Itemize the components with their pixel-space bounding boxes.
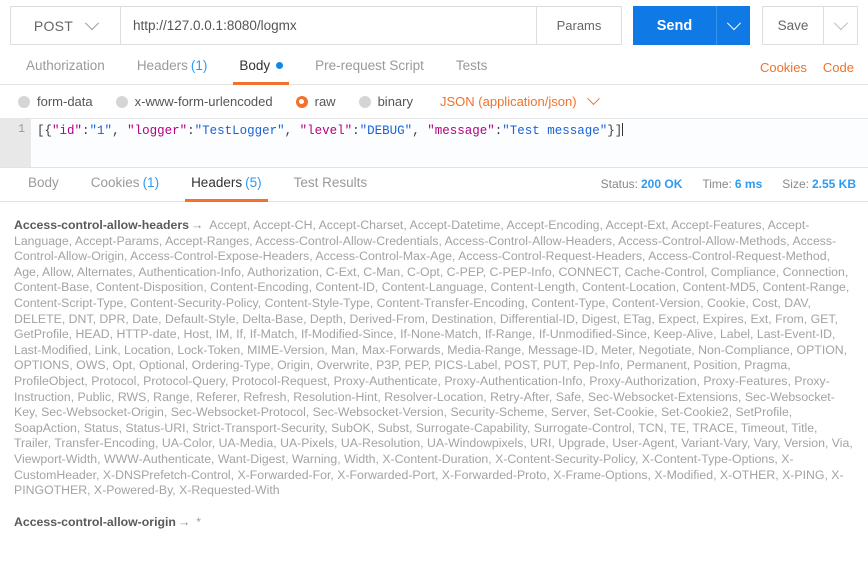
request-body-editor[interactable]: 1 [{"id":"1", "logger":"TestLogger", "le… [0,118,868,167]
tab-body-label: Body [239,58,271,73]
chevron-down-icon [726,15,741,30]
code-link[interactable]: Code [823,60,854,75]
header-row: Access-control-allow-headers → Accept, Acc… [14,218,854,499]
response-time-value: 6 ms [734,177,763,191]
header-row: Access-control-allow-origin → * [14,515,854,531]
response-status-label: Status: [600,177,638,191]
tab-tests[interactable]: Tests [440,47,504,84]
response-meta: Status: 200 OK Time: 6 ms Size: 2.55 KB [601,177,856,201]
body-type-urlencoded-label: x-www-form-urlencoded [134,94,273,109]
editor-line-number-gutter: 1 [0,119,31,167]
body-type-raw[interactable]: raw [295,94,336,109]
raw-format-select[interactable]: JSON (application/json) [440,92,600,109]
save-button-label: Save [777,18,809,33]
response-tab-headers-count: (5) [245,175,262,190]
body-type-row: form-data x-www-form-urlencoded raw bina… [0,85,868,118]
response-size-label: Size: [782,177,809,191]
params-button[interactable]: Params [537,6,622,45]
response-tab-test-results-label: Test Results [293,175,368,190]
response-tab-headers-label: Headers [191,175,243,190]
url-input-value: http://127.0.0.1:8080/logmx [133,18,297,33]
request-url-bar: POST http://127.0.0.1:8080/logmx Params … [0,0,868,47]
tab-authorization-label: Authorization [26,58,105,73]
tab-headers-label: Headers [136,58,188,73]
radio-icon [115,95,128,108]
header-value: Accept, Accept-CH, Accept-Charset, Accep… [14,218,853,498]
response-time: Time: 6 ms [702,177,762,191]
send-options-button[interactable] [716,6,750,45]
response-tab-body-label: Body [28,175,59,190]
send-button[interactable]: Send [633,6,716,45]
params-button-label: Params [556,18,602,33]
save-button-group: Save [762,6,858,45]
http-method-label: POST [33,17,74,34]
send-button-group: Send [633,6,750,45]
tab-body[interactable]: Body [223,47,299,85]
text-caret [622,123,624,136]
request-tab-bar: Authorization Headers (1) Body Pre-reques… [0,47,868,85]
response-tab-cookies-label: Cookies [90,175,140,190]
editor-json-content: [{"id":"1", "logger":"TestLogger", "leve… [37,124,623,138]
header-arrow-icon: → [190,218,204,232]
response-time-label: Time: [702,177,732,191]
radio-selected-icon [295,95,308,108]
cookies-link[interactable]: Cookies [760,60,807,75]
request-tab-links: Cookies Code [760,60,858,84]
response-tab-headers[interactable]: Headers (5) [175,164,278,202]
tab-headers-count: (1) [190,58,208,73]
radio-icon [18,95,30,108]
response-size: Size: 2.55 KB [782,177,856,191]
response-status: Status: 200 OK [601,177,683,191]
response-tab-body[interactable]: Body [12,164,75,201]
response-status-value: 200 OK [641,177,683,191]
tab-headers[interactable]: Headers (1) [121,47,224,84]
tab-tests-label: Tests [455,58,488,73]
body-type-raw-label: raw [314,94,336,109]
save-options-button[interactable] [824,6,858,45]
header-value: * [196,514,202,529]
tab-authorization[interactable]: Authorization [10,47,121,84]
body-type-form-data[interactable]: form-data [18,94,93,109]
chevron-down-icon [833,15,848,30]
body-type-binary-label: binary [377,94,413,109]
response-tab-test-results[interactable]: Test Results [278,164,384,201]
body-type-binary[interactable]: binary [358,94,413,109]
header-arrow-icon: → [177,514,191,529]
save-button[interactable]: Save [762,6,824,45]
url-input[interactable]: http://127.0.0.1:8080/logmx [120,6,537,45]
editor-code-area[interactable]: [{"id":"1", "logger":"TestLogger", "leve… [31,119,868,167]
raw-format-label: JSON (application/json) [440,94,577,109]
header-name: Access-control-allow-headers [14,218,189,232]
header-name: Access-control-allow-origin [14,514,176,529]
body-type-urlencoded[interactable]: x-www-form-urlencoded [115,94,273,109]
response-headers-list: Access-control-allow-headers → Accept, Acc… [0,202,868,539]
tab-pre-request-script[interactable]: Pre-request Script [299,47,440,84]
chevron-down-icon [85,15,100,30]
response-tab-cookies[interactable]: Cookies (1) [75,164,175,201]
body-type-form-data-label: form-data [37,94,93,109]
chevron-down-icon [586,92,600,106]
response-tab-cookies-count: (1) [142,175,160,190]
body-modified-dot-icon [276,62,284,69]
response-size-value: 2.55 KB [811,177,856,191]
http-method-select[interactable]: POST [10,6,120,45]
send-button-label: Send [656,17,693,34]
radio-icon [358,95,371,108]
tab-pre-request-script-label: Pre-request Script [315,58,424,73]
editor-line-number: 1 [18,123,25,136]
response-tab-bar: Body Cookies (1) Headers (5) Test Results … [0,167,868,202]
